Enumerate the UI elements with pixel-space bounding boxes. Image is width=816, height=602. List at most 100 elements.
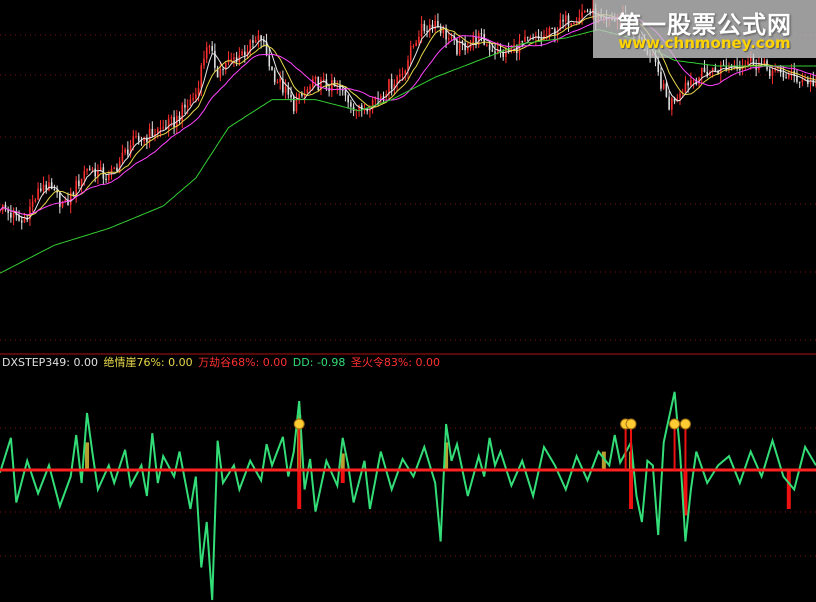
candle-body [660,72,662,89]
candle-body [78,180,80,187]
positive-signal-bar [85,442,90,470]
candle-body [551,28,553,30]
candle-body [173,117,175,128]
candle-body [241,51,243,56]
candle-body [401,73,404,75]
candle-body [554,28,556,36]
candle-body [162,127,164,129]
money-bag-icon [669,418,681,430]
candle-body [59,192,61,207]
candle-body [137,135,140,141]
candle-body [739,68,741,70]
candle-body [214,50,216,68]
candle-body [86,168,88,171]
candle-body [464,43,466,51]
candle-body [567,15,570,26]
candle-body [186,105,189,108]
candle-body [768,69,771,77]
candle-body [211,46,213,51]
negative-signal-bar [629,470,634,509]
candle-body [181,104,184,121]
candle-body [37,188,39,200]
candle-body [684,82,687,93]
candle-body [268,55,271,67]
candle-body [159,127,162,129]
candle-body [132,136,135,146]
indicator-legend: DXSTEP349: 0.00 绝情崖76%: 0.00 万劫谷68%: 0.0… [2,356,442,370]
candle-body [747,61,749,65]
candle-body [312,79,314,87]
candle-body [189,99,192,106]
candle-body [91,168,94,170]
candle-body [423,23,426,31]
candle-body [420,23,423,37]
candle-body [573,23,575,25]
candle-body [584,10,586,13]
candle-body [458,41,461,55]
candle-body [467,48,469,51]
candle-body [135,135,137,137]
candle-body [151,128,154,137]
legend-fire: 圣火令83%: 0.00 [350,356,441,369]
candle-body [219,69,222,78]
stock-chart [0,0,816,601]
candle-body [570,23,572,26]
candle-body [88,168,91,170]
watermark: 第一股票公式网 www.chnmoney.com [593,0,816,58]
candle-body [184,104,186,108]
candle-body [271,66,273,71]
candle-body [486,44,488,46]
candle-body [437,20,439,27]
candle-body [113,167,116,169]
candle-body [110,168,113,175]
candle-body [116,167,118,172]
negative-signal-bar [340,470,345,483]
candle-body [10,212,12,218]
candle-body [197,88,200,95]
candle-body [564,15,567,22]
candle-body [488,44,491,51]
candle-body [763,60,766,65]
candle-body [170,117,173,119]
candle-body [233,57,235,60]
candle-body [290,94,292,98]
candle-body [679,93,681,99]
candle-body [80,178,83,187]
candle-body [279,78,281,83]
candle-body [200,65,203,89]
candle-body [40,188,42,191]
candle-body [53,189,56,191]
candle-body [521,41,524,43]
candle-body [341,89,344,91]
candle-body [34,199,37,202]
candle-body [121,152,124,162]
candle-body [105,178,107,180]
candle-body [548,28,551,36]
candle-body [448,38,450,40]
candle-body [388,79,390,95]
candle-body [380,96,382,99]
candle-body [526,36,529,38]
watermark-url: www.chnmoney.com [618,34,791,52]
candle-body [195,94,197,99]
candle-body [20,220,23,223]
candle-body [124,149,126,153]
money-bag-icon [293,418,305,430]
candle-body [148,128,151,142]
candle-body [192,98,194,100]
candle-body [208,46,211,48]
candle-body [257,35,260,40]
candle-body [690,80,692,86]
candle-body [344,90,347,96]
negative-signal-bar [297,470,302,509]
candle-body [415,42,417,47]
candle-body [785,77,787,79]
candle-body [524,36,526,42]
money-bag-icon [625,418,637,430]
legend-dd: DD: -0.98 [292,356,346,369]
candle-body [668,96,670,110]
candle-body [230,59,232,61]
candle-body [782,72,785,78]
candle-body [687,82,689,86]
candle-body [273,70,276,83]
